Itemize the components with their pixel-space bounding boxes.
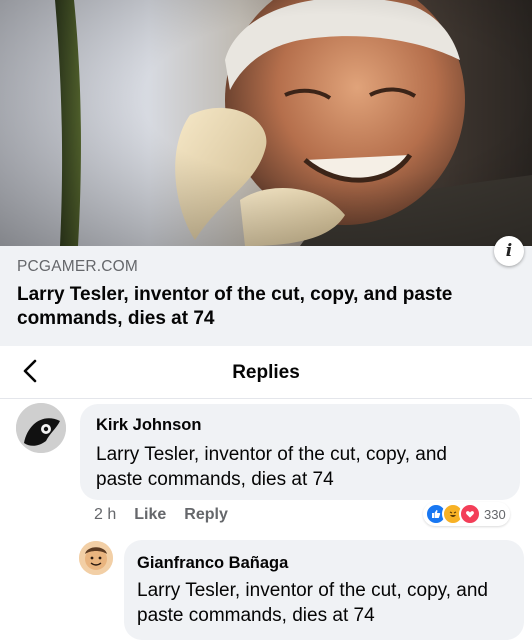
like-button[interactable]: Like <box>134 506 166 524</box>
comment-author[interactable]: Gianfranco Bañaga <box>137 554 288 573</box>
page-title: Replies <box>232 362 300 383</box>
reaction-summary[interactable]: 330 <box>423 502 510 526</box>
reaction-count: 330 <box>484 506 506 522</box>
avatar-image <box>79 541 113 575</box>
link-preview-meta[interactable]: PCGAMER.COM Larry Tesler, inventor of th… <box>0 246 532 346</box>
photo-shade <box>0 0 532 246</box>
comment-text: Larry Tesler, inventor of the cut, copy,… <box>96 444 447 490</box>
comment-text: Larry Tesler, inventor of the cut, copy,… <box>137 580 488 626</box>
avatar[interactable] <box>16 403 66 453</box>
comment-actions: 2 h Like Reply <box>94 506 228 524</box>
link-title[interactable]: Larry Tesler, inventor of the cut, copy,… <box>17 283 487 331</box>
link-preview-image[interactable] <box>0 0 532 246</box>
avatar-image <box>16 403 66 453</box>
reply-button[interactable]: Reply <box>184 506 228 524</box>
replies-header: Replies <box>0 346 532 399</box>
link-source: PCGAMER.COM <box>17 258 139 275</box>
comment-bubble[interactable]: Gianfranco Bañaga Larry Tesler, inventor… <box>124 540 524 640</box>
avatar[interactable] <box>79 541 113 575</box>
comment-bubble[interactable]: Kirk Johnson Larry Tesler, inventor of t… <box>80 404 520 500</box>
comment-author[interactable]: Kirk Johnson <box>96 416 201 435</box>
comment-timestamp[interactable]: 2 h <box>94 506 116 524</box>
info-icon[interactable]: i <box>494 236 524 266</box>
love-icon <box>459 503 481 525</box>
